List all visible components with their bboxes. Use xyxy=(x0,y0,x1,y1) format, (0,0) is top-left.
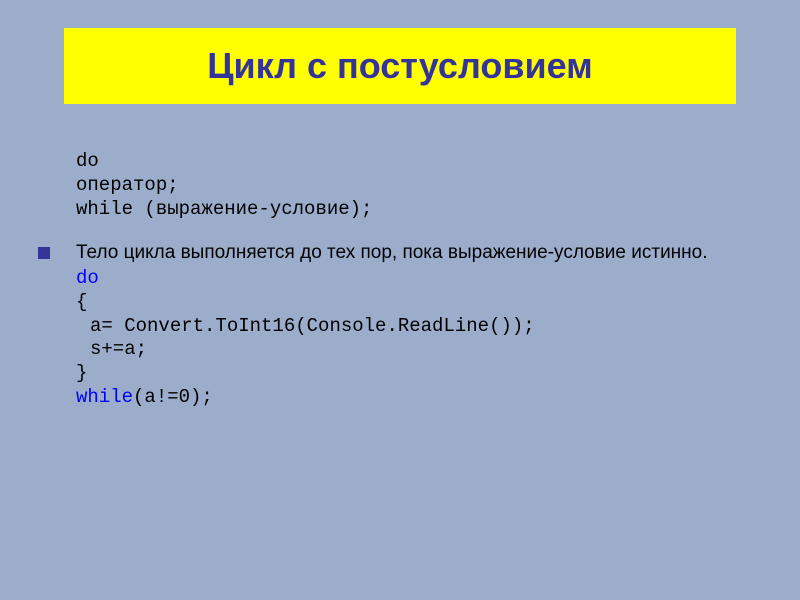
description-text: Тело цикла выполняется до тех пор, пока … xyxy=(76,241,708,265)
code-line-s: s+=a; xyxy=(76,338,708,362)
syntax-line-3: while (выражение-условие); xyxy=(76,198,760,222)
brace-open: { xyxy=(76,291,708,315)
slide-content: do оператор; while (выражение-условие); … xyxy=(76,150,760,410)
while-zero: 0 xyxy=(179,386,190,408)
syntax-line-1: do xyxy=(76,150,760,174)
while-close: ); xyxy=(190,386,213,408)
slide: Цикл с постусловием do оператор; while (… xyxy=(0,0,800,600)
bullet-icon xyxy=(38,247,50,259)
keyword-while: while xyxy=(76,386,133,408)
code-line-a: a= Convert.ToInt16(Console.ReadLine()); xyxy=(76,315,708,339)
brace-close: } xyxy=(76,362,708,386)
bullet-item: Тело цикла выполняется до тех пор, пока … xyxy=(76,241,760,409)
while-line: while(a!=0); xyxy=(76,386,708,410)
bullet-body: Тело цикла выполняется до тех пор, пока … xyxy=(76,241,708,409)
code-block: do { a= Convert.ToInt16(Console.ReadLine… xyxy=(76,267,708,410)
title-box: Цикл с постусловием xyxy=(64,28,736,104)
slide-title: Цикл с постусловием xyxy=(207,45,593,87)
keyword-do: do xyxy=(76,267,99,289)
while-open: (a!= xyxy=(133,386,179,408)
syntax-line-2: оператор; xyxy=(76,174,760,198)
